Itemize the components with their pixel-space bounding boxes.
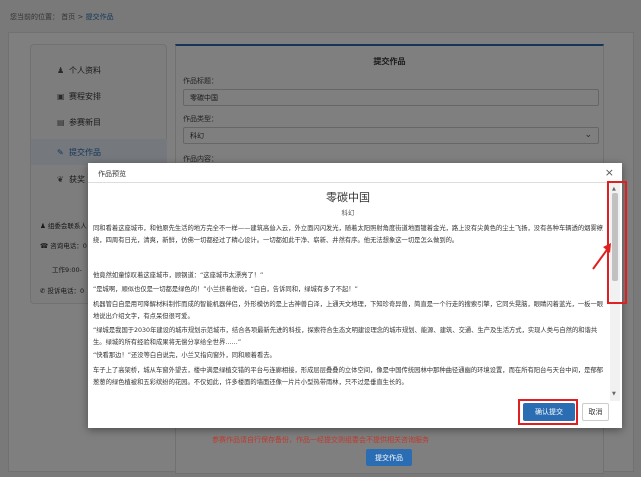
dialog-header: 作品预览 × — [88, 163, 622, 183]
preview-paragraph: “快看那边！”还没等白自说完，小兰又指向窗外，同和顺着看去。 — [93, 352, 276, 359]
preview-paragraph: “是城啊，顺似也仅是一切都是绿色的！”小兰挤着他说，“白自，告诉同和，绿城有多了… — [93, 286, 358, 293]
scroll-down-arrow-icon[interactable]: ▼ — [612, 391, 616, 397]
preview-paragraph: 同和看着这座城市，和他原先生活的地方完全不一样——建筑高耸入云，外立面闪闪发光，… — [93, 225, 604, 244]
cancel-button[interactable]: 取消 — [582, 403, 609, 421]
preview-paragraph: 他竟然如童惊叹着这座城市，顾钢道：“这座城市太漂亮了！” — [93, 272, 264, 279]
arrow-annotation-icon — [592, 243, 611, 270]
dialog-body: 零碳中国 科幻 同和看着这座城市，和他原先生活的地方完全不一样——建筑高耸入云，… — [88, 183, 608, 428]
dialog-title: 作品预览 — [98, 170, 126, 178]
preview-work-genre: 科幻 — [341, 209, 355, 217]
notice-text: 参赛作品请自行保存备份，作品一经提交则组委会不提供相关咨询服务 — [212, 436, 429, 444]
submit-work-button[interactable]: 提交作品 — [366, 449, 412, 466]
confirm-highlight-box — [518, 399, 578, 425]
preview-paragraph: “绿城是我国于2030年建设的城市规划示范城市，结合各项最新先进的科技，探索符合… — [93, 327, 598, 346]
preview-work-title: 零碳中国 — [326, 191, 370, 204]
preview-dialog: 作品预览 × 零碳中国 科幻 同和看着这座城市，和他原先生活的地方完全不一样——… — [88, 163, 622, 428]
close-icon[interactable]: × — [605, 166, 614, 179]
preview-paragraph: 车子上了高架桥，城从车窗外望去，楼中满是绿植交错的平台与连廊相接，形成层层叠叠的… — [93, 367, 604, 386]
preview-paragraph: 机器管白自是用可降解材料制作而成的智能机器伴侣，外形模仿的是上古神兽白泽，上通天… — [93, 301, 604, 320]
